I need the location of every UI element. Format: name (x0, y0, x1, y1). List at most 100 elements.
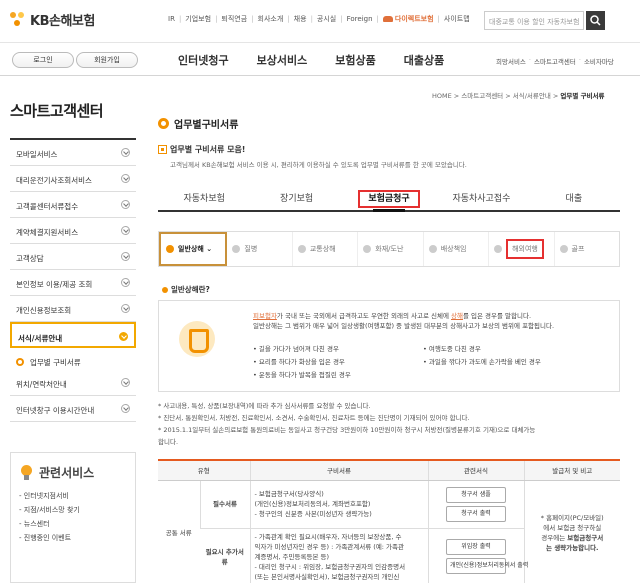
util-link-corporate[interactable]: 기업보험 (185, 14, 211, 24)
column-header: 구비서류 (249, 459, 428, 481)
claim-sample-button[interactable]: 청구서 샘플 (446, 486, 506, 503)
claim-subtabs: 일반상해 ⌄ 질병 교통상해 화재/도난 배상책임 해외여행 골프 (158, 231, 620, 267)
tab-auto[interactable]: 자동차보험 (158, 184, 250, 210)
notes: * 사고내용, 특성, 상품(보장내역)에 따라 추가 심사서류를 요청할 수 … (158, 400, 620, 448)
note-line: 합니다. (158, 438, 179, 446)
top-bar: KB손해보험 IR | 기업보험 | 퇴직연금 | 회사소개 | 채용 | 공시실 | Fo… (0, 0, 640, 42)
lnb-item-driver-check[interactable]: 대리운전기사조회서비스 (10, 166, 136, 192)
util-link-sitemap[interactable]: 사이트맵 (444, 14, 470, 24)
group-cell: 공통 서류 (158, 480, 200, 583)
notice: 업무별 구비서류 모음! 고객님께서 KB손해보험 서비스 이용 시, 편리하게… (158, 144, 620, 169)
lnb-item-location[interactable]: 위치/연락처안내 (10, 370, 136, 396)
sub-link-consumer[interactable]: 소비자마당 (584, 56, 614, 66)
subtab-disease[interactable]: 질병 (227, 232, 293, 266)
tab-long-term[interactable]: 장기보험 (250, 184, 342, 210)
chevron-down-icon (121, 226, 130, 235)
util-link-recruit[interactable]: 채용 (294, 14, 307, 24)
gnb-internet-claim[interactable]: 인터넷청구 (178, 52, 229, 68)
subtab-liability[interactable]: 배상책임 (424, 232, 490, 266)
lnb-item-consult[interactable]: 고객상담 (10, 244, 136, 270)
util-links: IR | 기업보험 | 퇴직연금 | 회사소개 | 채용 | 공시실 | Foreign | … (168, 14, 470, 24)
related-services: 관련서비스 - 인터넷지점서비 - 지점/서비스망 찾기 - 뉴스센터 - 진행… (10, 452, 136, 583)
title-ring-icon (158, 118, 169, 129)
example-list: • 길을 가다가 넘어져 다친 경우 • 여행도중 다친 경우 • 요리를 하다… (253, 343, 603, 379)
infobox-description: 피보험자가 국내 또는 국외에서 급격하고도 우연한 외래의 사고로 신체에 상… (253, 312, 555, 330)
gnb-menu: 인터넷청구 보상서비스 보험상품 대출상품 (178, 52, 472, 68)
tab-accident-report[interactable]: 자동차사고접수 (435, 184, 527, 210)
table-row: 공통 서류 필수서류 - 보험금청구서(당사양식) (개인(신용)정보처리동의서… (158, 480, 620, 583)
remark-cell: * 홈페이지(PC/모바일) 에서 보험금 청구하실 경우에는 보험금청구서 는… (523, 480, 620, 583)
subtab-overseas-travel[interactable]: 해외여행 (489, 232, 555, 266)
lnb-item-callcenter-docs[interactable]: 고객콜센터서류접수 (10, 192, 136, 218)
column-header: 관련서식 (427, 459, 524, 481)
util-link-about[interactable]: 회사소개 (258, 14, 284, 24)
gnb-compensation[interactable]: 보상서비스 (257, 52, 308, 68)
lnb-item-forms[interactable]: 서식/서류안내 (10, 322, 136, 348)
star-logo-icon (10, 11, 26, 28)
lnb-sub-docs-by-task[interactable]: 업무별 구비서류 (10, 348, 136, 370)
lnb-item-mobile[interactable]: 모바일서비스 (10, 140, 136, 166)
type-cell: 필요시 추가서류 (200, 528, 250, 583)
notice-desc: 고객님께서 KB손해보험 서비스 이용 시, 편리하게 이용하실 수 있도록 업… (170, 161, 467, 169)
left-nav: 스마트고객센터 모바일서비스 대리운전기사조회서비스 고객콜센터서류접수 계약체… (10, 100, 136, 422)
login-button[interactable]: 로그인 (12, 52, 74, 68)
kb-logo[interactable]: KB손해보험 (10, 10, 95, 29)
sub-link-smart-center[interactable]: 스마트고객센터 (534, 56, 576, 66)
subtab-general-injury[interactable]: 일반상해 ⌄ (159, 232, 228, 266)
bandage-icon (179, 321, 215, 357)
notice-title: 업무별 구비서류 모음! (170, 145, 246, 154)
search-button[interactable] (586, 11, 605, 30)
related-item[interactable]: - 인터넷지점서비 (19, 489, 127, 503)
check-icon (494, 245, 503, 253)
gnb-insurance-products[interactable]: 보험상품 (335, 52, 375, 68)
util-link-ir[interactable]: IR (168, 15, 175, 23)
related-item[interactable]: - 진행중인 이벤트 (19, 531, 127, 545)
chevron-down-icon (121, 148, 130, 157)
related-title: 관련서비스 (39, 465, 95, 480)
login-buttons: 로그인 회원가입 (12, 52, 138, 68)
chevron-down-icon (121, 378, 130, 387)
gnb-sub-links: 희망서비스 · 스마트고객센터 · 소비자마당 (496, 56, 614, 66)
docs-cell: - 가족관계 확인 필요시(배우자, 자녀등의 보장상품, 수 익자가 미성년자… (249, 528, 428, 583)
search-input[interactable]: 대중교통 이용 할인 자동차보험 (484, 11, 584, 30)
tab-loan[interactable]: 대출 (528, 184, 620, 210)
lnb-item-info-usage[interactable]: 본인정보 이용/제공 조회 (10, 270, 136, 296)
car-icon (382, 16, 393, 22)
infobox-title: 일반상해란? (162, 284, 210, 295)
subtab-fire-theft[interactable]: 화재/도난 (358, 232, 424, 266)
util-link-direct[interactable]: 다이렉트보험 (395, 14, 434, 24)
power-of-attorney-print-button[interactable]: 위임장 출력 (446, 539, 506, 555)
lnb-item-hours[interactable]: 인터넷창구 이용시간안내 (10, 396, 136, 422)
util-link-disclosure[interactable]: 공시실 (317, 14, 336, 24)
documents-table: 유형 구비서류 관련서식 발급처 및 비고 공통 서류 필수서류 - 보험금청구… (158, 459, 620, 583)
category-tabs: 자동차보험 장기보험 보험금청구 자동차사고접수 대출 (158, 184, 620, 212)
util-link-pension[interactable]: 퇴직연금 (221, 14, 247, 24)
chevron-down-icon (121, 200, 130, 209)
consent-print-button[interactable]: 개인(신용)정보처리동의서 출력 (446, 558, 528, 574)
check-icon (363, 245, 372, 253)
lnb-item-credit-info[interactable]: 개인신용정보조회 (10, 296, 136, 322)
gnb-loan-products[interactable]: 대출상품 (404, 52, 444, 68)
check-icon (166, 245, 174, 253)
chevron-down-icon (121, 304, 130, 313)
related-item[interactable]: - 지점/서비스망 찾기 (19, 503, 127, 517)
bullet-icon (16, 358, 24, 366)
claim-print-button[interactable]: 청구서 출력 (446, 505, 506, 522)
list-item: • 요리를 하다가 화상을 입은 경우 (253, 358, 345, 366)
util-link-foreign[interactable]: Foreign (347, 15, 373, 23)
page-title: 업무별구비서류 (158, 116, 238, 131)
note-line: * 사고내용, 특성, 상품(보장내역)에 따라 추가 심사서류를 요청할 수 … (158, 402, 371, 410)
lnb-item-contract-support[interactable]: 계약체결지원서비스 (10, 218, 136, 244)
column-header: 발급처 및 비고 (523, 459, 620, 481)
subtab-golf[interactable]: 골프 (555, 232, 619, 266)
tab-claim[interactable]: 보험금청구 (343, 184, 435, 212)
related-item[interactable]: - 뉴스센터 (19, 517, 127, 531)
chevron-down-icon (121, 278, 130, 287)
join-button[interactable]: 회원가입 (76, 52, 138, 68)
chevron-down-icon (121, 404, 130, 413)
chevron-down-icon (119, 332, 128, 341)
subtab-traffic-injury[interactable]: 교통상해 (293, 232, 359, 266)
bullet-icon (162, 286, 168, 293)
chevron-down-icon (121, 252, 130, 261)
sub-link-hope[interactable]: 희망서비스 (496, 56, 526, 66)
